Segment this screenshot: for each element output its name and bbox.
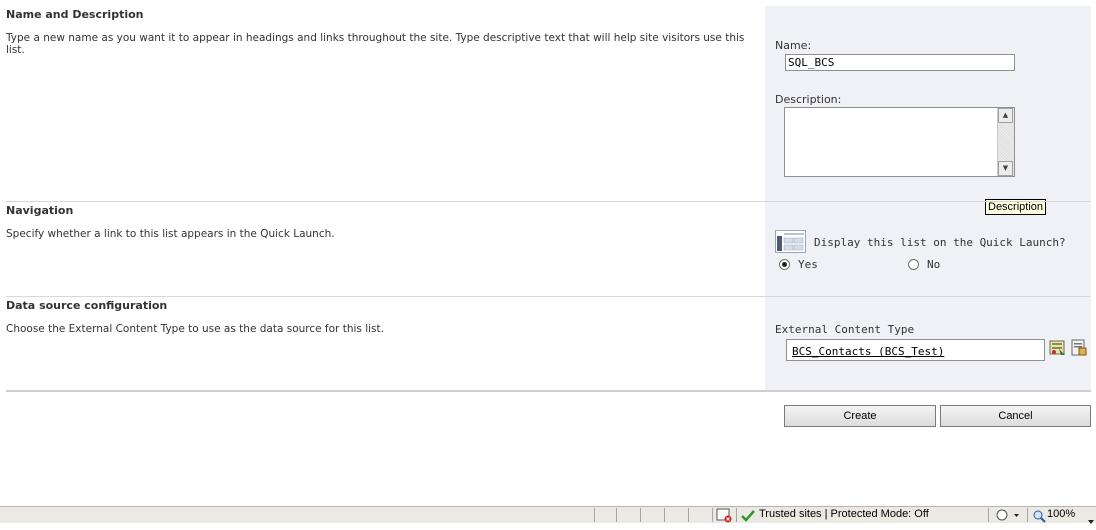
quick-launch-icon — [775, 230, 806, 253]
section-description-name-description: Type a new name as you want it to appear… — [6, 32, 745, 56]
external-content-type-label: External Content Type — [775, 323, 915, 336]
external-content-type-picker-icon[interactable] — [1071, 339, 1087, 357]
cancel-button[interactable]: Cancel — [940, 405, 1091, 427]
status-separator — [616, 508, 617, 522]
popup-blocked-icon[interactable] — [716, 508, 734, 523]
description-textarea[interactable]: ▲ ▼ — [784, 107, 1015, 177]
description-scrollbar[interactable]: ▲ ▼ — [997, 108, 1014, 176]
section-description-data-source: Choose the External Content Type to use … — [6, 323, 384, 335]
form-bottom-divider — [6, 390, 1091, 392]
status-separator — [664, 508, 665, 522]
section-title-data-source: Data source configuration — [6, 299, 168, 312]
section-divider — [6, 201, 1091, 202]
section-title-name-description: Name and Description — [6, 8, 144, 21]
scroll-down-arrow-icon[interactable]: ▼ — [998, 161, 1013, 176]
quick-launch-no-label[interactable]: No — [927, 258, 940, 271]
status-separator — [640, 508, 641, 522]
name-input[interactable]: SQL_BCS — [785, 54, 1015, 71]
status-separator — [1027, 508, 1028, 522]
external-content-type-input[interactable]: BCS_Contacts (BCS_Test) — [786, 339, 1045, 361]
name-label: Name: — [775, 39, 812, 52]
status-separator — [988, 508, 989, 522]
zoom-level[interactable]: 100% — [1047, 508, 1075, 520]
select-entity-icon[interactable] — [1049, 339, 1067, 357]
status-separator — [688, 508, 689, 522]
status-separator — [594, 508, 595, 522]
quick-launch-yes-label[interactable]: Yes — [798, 258, 818, 271]
security-zone-text[interactable]: Trusted sites | Protected Mode: Off — [759, 508, 929, 520]
protected-mode-dropdown-icon[interactable] — [994, 508, 1022, 523]
trusted-check-icon — [741, 508, 755, 522]
zoom-dropdown-icon[interactable] — [1087, 511, 1095, 524]
section-divider — [6, 296, 1091, 297]
create-button[interactable]: Create — [784, 405, 936, 427]
browser-status-bar: Trusted sites | Protected Mode: Off 100% — [0, 506, 1096, 524]
section-title-navigation: Navigation — [6, 204, 74, 217]
quick-launch-question: Display this list on the Quick Launch? — [814, 236, 1066, 249]
external-content-type-value[interactable]: BCS_Contacts (BCS_Test) — [792, 345, 944, 358]
status-separator — [736, 508, 737, 522]
description-label: Description: — [775, 93, 842, 106]
zoom-icon[interactable] — [1032, 508, 1046, 523]
status-separator — [712, 508, 713, 522]
quick-launch-no-radio[interactable] — [908, 259, 919, 270]
scroll-up-arrow-icon[interactable]: ▲ — [998, 108, 1013, 123]
section-description-navigation: Specify whether a link to this list appe… — [6, 228, 335, 240]
quick-launch-yes-radio[interactable] — [779, 259, 790, 270]
